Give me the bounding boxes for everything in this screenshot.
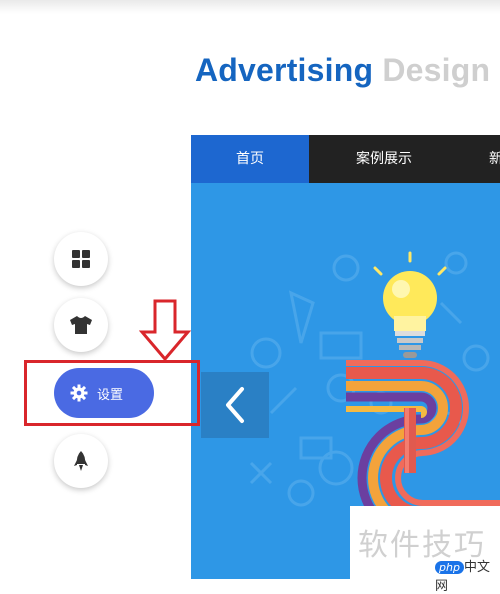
logo-php: php — [435, 561, 464, 574]
tab-home[interactable]: 首页 — [191, 135, 309, 183]
rocket-button[interactable] — [54, 434, 108, 488]
tab-news[interactable]: 新 — [459, 135, 500, 183]
grid-button[interactable] — [54, 232, 108, 286]
tab-cases[interactable]: 案例展示 — [309, 135, 459, 183]
top-border — [0, 0, 500, 14]
shirt-icon — [70, 316, 92, 334]
main-nav: 首页 案例展示 新 — [191, 135, 500, 183]
page-title: Advertising Design — [195, 52, 490, 89]
chevron-left-icon — [226, 387, 244, 423]
title-design: Design — [382, 52, 491, 88]
rocket-icon — [74, 451, 88, 471]
grid-icon — [72, 250, 90, 268]
site-logo: php 中文网 — [435, 556, 500, 594]
title-advertising: Advertising — [195, 52, 374, 88]
shirt-button[interactable] — [54, 298, 108, 352]
arrow-down-icon — [139, 299, 191, 362]
banner-prev-button[interactable] — [201, 372, 269, 438]
highlight-box — [24, 360, 200, 426]
